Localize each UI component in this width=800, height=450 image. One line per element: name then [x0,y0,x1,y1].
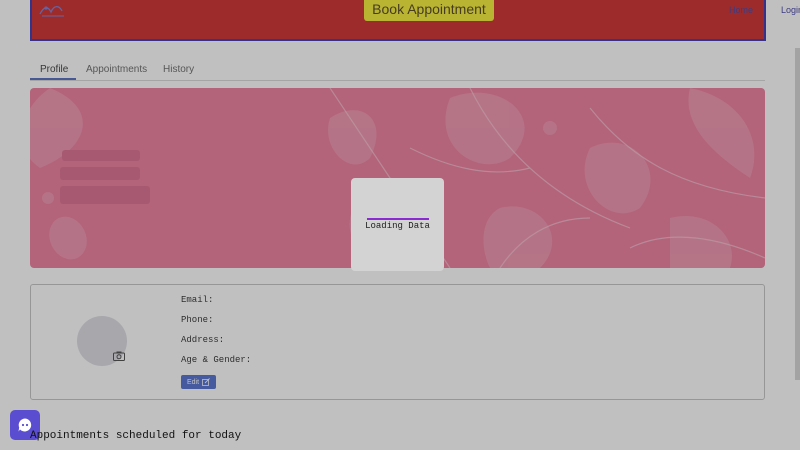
loading-progress-bar [367,218,429,220]
loading-dialog: Loading Data [351,178,444,271]
appointments-heading: Appointments scheduled for today [30,430,242,442]
loading-text: Loading Data [365,221,430,231]
